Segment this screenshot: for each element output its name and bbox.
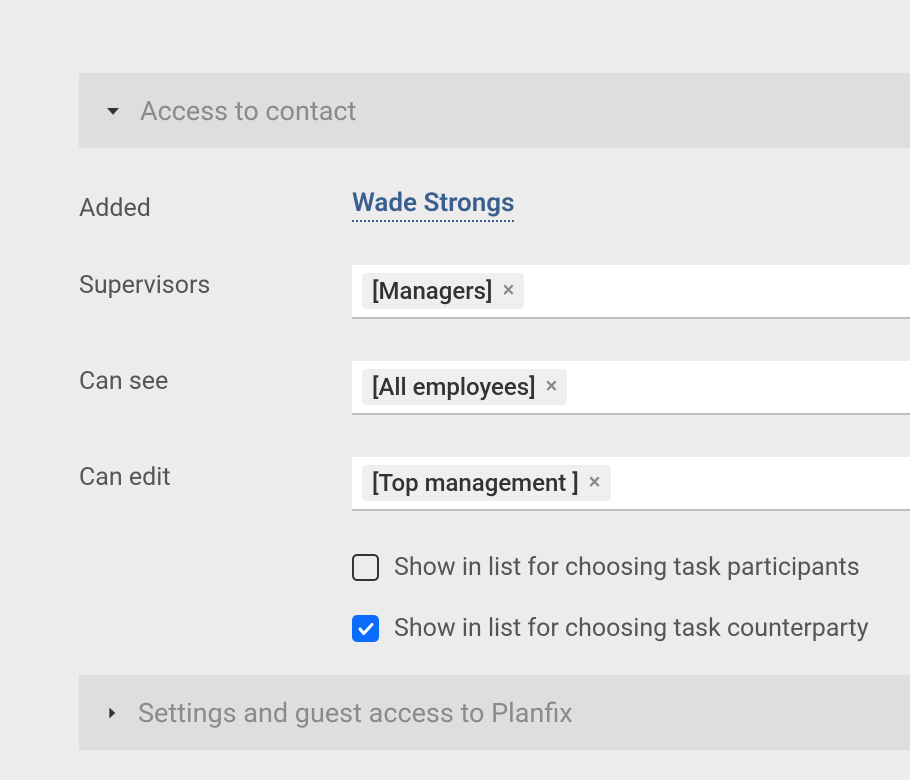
checkbox-row-counterparty: Show in list for choosing task counterpa… — [352, 614, 910, 643]
close-icon[interactable]: × — [503, 280, 515, 302]
can-edit-input[interactable]: [Top management ] × — [352, 457, 910, 511]
section-header-access[interactable]: Access to contact — [79, 73, 910, 148]
checkbox-participants[interactable] — [352, 554, 379, 581]
label-added: Added — [79, 188, 352, 223]
tag-label: [Top management ] — [372, 469, 579, 497]
checkbox-row-participants: Show in list for choosing task participa… — [352, 553, 910, 582]
row-supervisors: Supervisors [Managers] × — [79, 265, 910, 319]
label-can-edit: Can edit — [79, 457, 352, 492]
checkbox-label-participants: Show in list for choosing task participa… — [394, 553, 860, 582]
row-added: Added Wade Strongs — [79, 188, 910, 223]
tag-managers: [Managers] × — [362, 273, 524, 309]
chevron-down-icon — [104, 102, 122, 120]
supervisors-input[interactable]: [Managers] × — [352, 265, 910, 319]
checkbox-counterparty[interactable] — [352, 615, 379, 642]
close-icon[interactable]: × — [589, 472, 601, 494]
row-can-edit: Can edit [Top management ] × — [79, 457, 910, 511]
checkbox-label-counterparty: Show in list for choosing task counterpa… — [394, 614, 869, 643]
chevron-right-icon — [104, 705, 120, 721]
added-link[interactable]: Wade Strongs — [352, 188, 514, 222]
section-header-settings[interactable]: Settings and guest access to Planfix — [79, 675, 910, 750]
section-title: Settings and guest access to Planfix — [138, 697, 573, 729]
section-title: Access to contact — [140, 95, 356, 127]
tag-label: [All employees] — [372, 373, 536, 401]
label-supervisors: Supervisors — [79, 265, 352, 300]
tag-all-employees: [All employees] × — [362, 369, 567, 405]
can-see-input[interactable]: [All employees] × — [352, 361, 910, 415]
row-can-see: Can see [All employees] × — [79, 361, 910, 415]
label-can-see: Can see — [79, 361, 352, 396]
close-icon[interactable]: × — [546, 376, 558, 398]
tag-label: [Managers] — [372, 277, 493, 305]
tag-top-management: [Top management ] × — [362, 465, 611, 501]
